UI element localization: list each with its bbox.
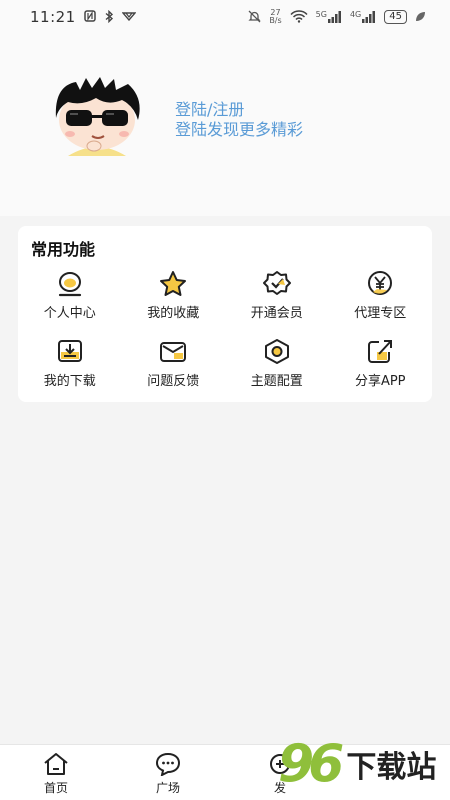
watermark-number: 96 bbox=[278, 734, 344, 794]
tab-label: 首页 bbox=[43, 781, 68, 795]
leaf-icon bbox=[415, 11, 426, 24]
tab-home[interactable]: 首页 bbox=[0, 745, 112, 800]
function-feedback[interactable]: 问题反馈 bbox=[122, 338, 226, 394]
tab-label: 广场 bbox=[155, 781, 180, 795]
function-label: 开通会员 bbox=[250, 306, 303, 321]
share-icon bbox=[368, 340, 393, 363]
watermark-logo: 96 下载站 bbox=[278, 728, 450, 800]
function-vip[interactable]: 开通会员 bbox=[225, 270, 329, 326]
battery-indicator: 45 bbox=[384, 10, 407, 24]
signal-5g-icon: 5G bbox=[316, 11, 342, 23]
function-theme-config[interactable]: 主题配置 bbox=[225, 338, 329, 394]
function-my-downloads[interactable]: 我的下载 bbox=[18, 338, 122, 394]
function-label: 问题反馈 bbox=[147, 374, 200, 389]
mute-bell-icon bbox=[248, 10, 261, 25]
function-share-app[interactable]: 分享APP bbox=[329, 338, 433, 394]
star-icon bbox=[160, 271, 187, 296]
nfc-icon bbox=[83, 10, 96, 24]
vpn-icon bbox=[121, 11, 137, 23]
home-icon bbox=[44, 753, 68, 775]
function-label: 个人中心 bbox=[43, 306, 96, 321]
common-functions-title: 常用功能 bbox=[31, 240, 96, 259]
function-grid: 个人中心 我的收藏 开通会员 代理专区 我的下载 问题反馈 主题配置 分享APP bbox=[18, 270, 432, 394]
function-label: 主题配置 bbox=[250, 374, 303, 389]
wifi-icon bbox=[290, 9, 308, 25]
function-label: 分享APP bbox=[354, 374, 406, 389]
user-center-icon bbox=[58, 272, 81, 297]
watermark-text: 下载站 bbox=[346, 750, 437, 785]
download-icon bbox=[57, 340, 82, 362]
theme-hexagon-icon bbox=[264, 339, 289, 364]
signal-4g-icon: 4G bbox=[350, 11, 376, 23]
tab-square[interactable]: 广场 bbox=[112, 745, 224, 800]
function-favorites[interactable]: 我的收藏 bbox=[122, 270, 226, 326]
bluetooth-icon bbox=[104, 9, 114, 25]
vip-badge-icon bbox=[262, 271, 291, 295]
net-speed-unit: B/s bbox=[269, 16, 282, 25]
yen-coin-icon bbox=[368, 271, 393, 295]
feedback-mail-icon bbox=[160, 342, 187, 362]
chat-bubble-icon bbox=[155, 752, 181, 776]
net-4g-label: 4G bbox=[349, 10, 362, 19]
status-time: 11:21 bbox=[30, 8, 76, 26]
function-agent-zone[interactable]: 代理专区 bbox=[329, 270, 433, 326]
common-functions-card: 常用功能 个人中心 我的收藏 开通会员 代理专区 我的下载 问题反馈 主题配置 … bbox=[18, 226, 432, 402]
net-5g-label: 5G bbox=[315, 10, 327, 19]
net-speed: 27 B/s bbox=[269, 9, 281, 25]
function-label: 我的收藏 bbox=[147, 306, 200, 321]
status-bar: 11:21 27 B/s 5G 4G 45 bbox=[0, 0, 450, 34]
login-subtitle: 登陆发现更多精彩 bbox=[175, 120, 304, 139]
function-label: 我的下载 bbox=[43, 374, 96, 389]
function-label: 代理专区 bbox=[354, 306, 407, 321]
profile-header: 登陆/注册 登陆发现更多精彩 bbox=[0, 34, 450, 216]
function-user-center[interactable]: 个人中心 bbox=[18, 270, 122, 326]
avatar[interactable] bbox=[48, 76, 146, 156]
